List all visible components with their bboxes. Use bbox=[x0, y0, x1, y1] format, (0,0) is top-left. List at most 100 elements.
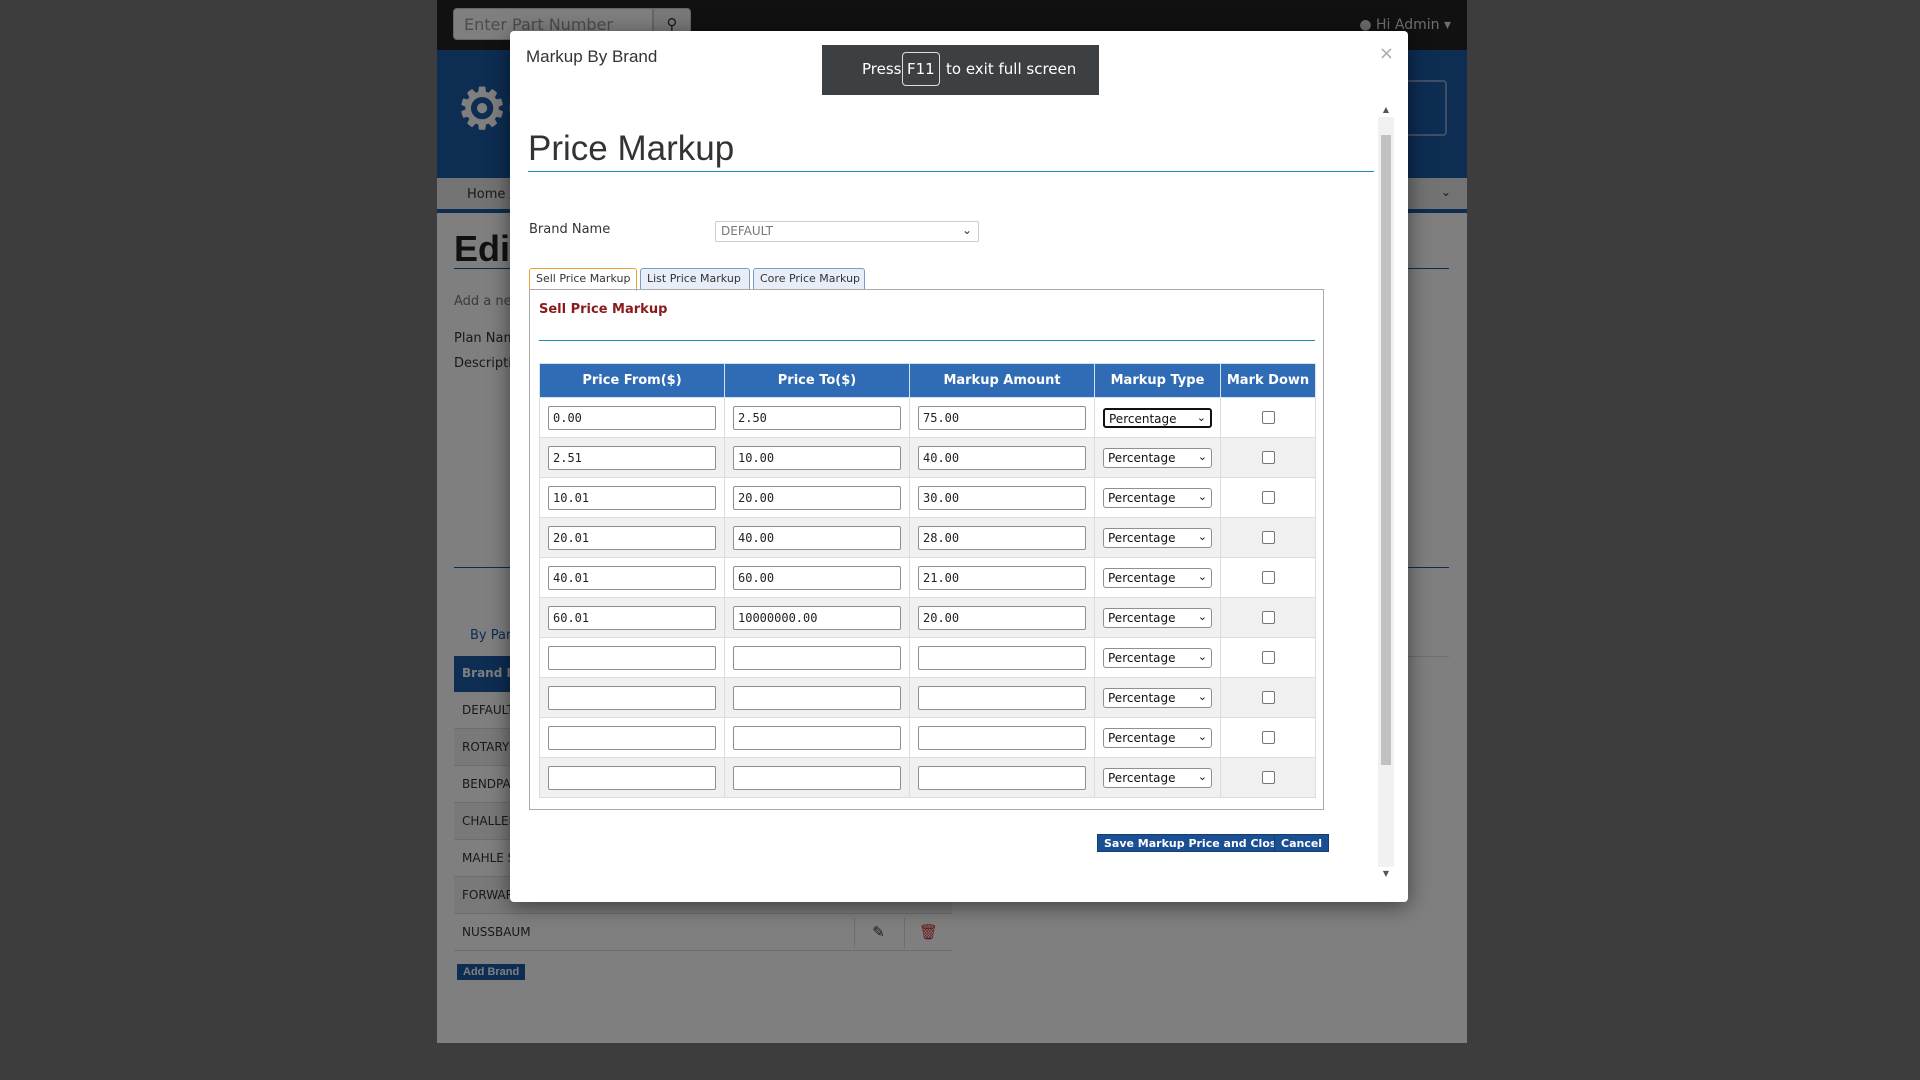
table-cell bbox=[909, 397, 1095, 438]
column-header-markup-type: Markup Type bbox=[1094, 363, 1221, 398]
chevron-down-icon: ⌄ bbox=[1197, 689, 1207, 703]
scroll-up-icon[interactable]: ▲ bbox=[1378, 103, 1394, 117]
divider bbox=[539, 340, 1315, 341]
table-cell: Percentage ⌄ bbox=[1094, 597, 1221, 638]
price-to-input[interactable] bbox=[733, 605, 901, 630]
markup-amount-input[interactable] bbox=[918, 605, 1086, 630]
markup-amount-input[interactable] bbox=[918, 565, 1086, 590]
markup-type-select[interactable]: Percentage ⌄ bbox=[1103, 767, 1212, 788]
price-to-input[interactable] bbox=[733, 725, 901, 750]
close-icon[interactable]: × bbox=[1379, 43, 1394, 64]
tab-list-price-markup[interactable]: List Price Markup bbox=[640, 268, 750, 290]
mark-down-checkbox[interactable] bbox=[1261, 771, 1275, 784]
price-from-input[interactable] bbox=[548, 685, 716, 710]
price-to-input[interactable] bbox=[733, 765, 901, 790]
table-row: Percentage ⌄ bbox=[539, 477, 1316, 518]
scroll-thumb[interactable] bbox=[1381, 135, 1391, 765]
price-from-input[interactable] bbox=[548, 445, 716, 470]
modal-body: Price Markup Brand Name DEFAULT ⌄ Sell P… bbox=[510, 103, 1376, 902]
panel-title: Sell Price Markup bbox=[539, 302, 668, 317]
markup-type-value: Percentage bbox=[1108, 610, 1176, 625]
mark-down-checkbox[interactable] bbox=[1261, 411, 1275, 424]
sell-price-markup-panel: Sell Price Markup Price From($) Price To… bbox=[529, 289, 1324, 810]
markup-type-select[interactable]: Percentage ⌄ bbox=[1103, 447, 1212, 468]
markup-amount-input[interactable] bbox=[918, 645, 1086, 670]
table-cell bbox=[1220, 437, 1316, 478]
table-cell bbox=[1220, 597, 1316, 638]
table-cell bbox=[539, 437, 725, 478]
price-to-input[interactable] bbox=[733, 405, 901, 430]
table-row: Percentage ⌄ bbox=[539, 557, 1316, 598]
scroll-down-icon[interactable]: ▼ bbox=[1378, 867, 1394, 881]
price-from-input[interactable] bbox=[548, 765, 716, 790]
markup-modal: Markup By Brand × Price Markup Brand Nam… bbox=[510, 31, 1408, 902]
markup-amount-input[interactable] bbox=[918, 405, 1086, 430]
column-header-price-to: Price To($) bbox=[724, 363, 910, 398]
price-from-input[interactable] bbox=[548, 725, 716, 750]
price-from-input[interactable] bbox=[548, 565, 716, 590]
table-cell bbox=[909, 557, 1095, 598]
mark-down-checkbox[interactable] bbox=[1261, 451, 1275, 464]
table-cell bbox=[1220, 477, 1316, 518]
table-cell bbox=[1220, 637, 1316, 678]
markup-type-select[interactable]: Percentage ⌄ bbox=[1103, 687, 1212, 708]
markup-amount-input[interactable] bbox=[918, 685, 1086, 710]
mark-down-checkbox[interactable] bbox=[1261, 491, 1275, 504]
table-cell bbox=[909, 757, 1095, 798]
markup-type-select[interactable]: Percentage ⌄ bbox=[1103, 647, 1212, 668]
modal-title: Markup By Brand bbox=[526, 47, 658, 66]
markup-type-select[interactable]: Percentage ⌄ bbox=[1103, 487, 1212, 508]
save-markup-button[interactable]: Save Markup Price and Close bbox=[1097, 834, 1291, 852]
price-to-input[interactable] bbox=[733, 485, 901, 510]
markup-type-select[interactable]: Percentage ⌄ bbox=[1103, 607, 1212, 628]
price-from-input[interactable] bbox=[548, 645, 716, 670]
markup-amount-input[interactable] bbox=[918, 445, 1086, 470]
cancel-button[interactable]: Cancel bbox=[1274, 834, 1330, 852]
table-cell: Percentage ⌄ bbox=[1094, 397, 1221, 438]
table-cell bbox=[539, 757, 725, 798]
modal-scrollbar[interactable]: ▲ ▼ bbox=[1378, 103, 1394, 881]
price-to-input[interactable] bbox=[733, 645, 901, 670]
markup-amount-input[interactable] bbox=[918, 765, 1086, 790]
price-to-input[interactable] bbox=[733, 445, 901, 470]
chevron-down-icon: ⌄ bbox=[1197, 649, 1207, 663]
mark-down-checkbox[interactable] bbox=[1261, 531, 1275, 544]
table-cell bbox=[909, 517, 1095, 558]
price-from-input[interactable] bbox=[548, 405, 716, 430]
markup-amount-input[interactable] bbox=[918, 525, 1086, 550]
toast-press-text: Press bbox=[862, 60, 902, 78]
markup-type-value: Percentage bbox=[1108, 530, 1176, 545]
markup-table-body: Percentage⌄Percentage⌄Percentage⌄Percent… bbox=[539, 397, 1316, 798]
markup-type-select[interactable]: Percentage ⌄ bbox=[1103, 527, 1212, 548]
mark-down-checkbox[interactable] bbox=[1261, 611, 1275, 624]
markup-type-select[interactable]: Percentage ⌄ bbox=[1103, 727, 1212, 748]
table-cell bbox=[724, 597, 910, 638]
price-to-input[interactable] bbox=[733, 685, 901, 710]
table-row: Percentage ⌄ bbox=[539, 517, 1316, 558]
mark-down-checkbox[interactable] bbox=[1261, 691, 1275, 704]
table-cell bbox=[539, 597, 725, 638]
mark-down-checkbox[interactable] bbox=[1261, 651, 1275, 664]
price-from-input[interactable] bbox=[548, 525, 716, 550]
mark-down-checkbox[interactable] bbox=[1261, 731, 1275, 744]
fullscreen-notification: Press F11 to exit full screen bbox=[822, 45, 1099, 95]
markup-type-value: Percentage bbox=[1109, 411, 1177, 426]
brand-name-select[interactable]: DEFAULT ⌄ bbox=[715, 221, 979, 242]
table-cell bbox=[724, 717, 910, 758]
price-to-input[interactable] bbox=[733, 525, 901, 550]
markup-type-select[interactable]: Percentage ⌄ bbox=[1103, 567, 1212, 588]
markup-amount-input[interactable] bbox=[918, 485, 1086, 510]
price-to-input[interactable] bbox=[733, 565, 901, 590]
table-cell bbox=[1220, 557, 1316, 598]
price-from-input[interactable] bbox=[548, 485, 716, 510]
tab-core-price-markup[interactable]: Core Price Markup bbox=[753, 268, 865, 290]
markup-type-value: Percentage bbox=[1108, 450, 1176, 465]
chevron-down-icon: ⌄ bbox=[1197, 569, 1207, 583]
scroll-track[interactable] bbox=[1378, 117, 1394, 867]
price-from-input[interactable] bbox=[548, 605, 716, 630]
tab-sell-price-markup[interactable]: Sell Price Markup bbox=[529, 268, 637, 291]
divider bbox=[528, 171, 1374, 172]
markup-amount-input[interactable] bbox=[918, 725, 1086, 750]
markup-type-select[interactable]: Percentage ⌄ bbox=[1103, 407, 1212, 428]
mark-down-checkbox[interactable] bbox=[1261, 571, 1275, 584]
